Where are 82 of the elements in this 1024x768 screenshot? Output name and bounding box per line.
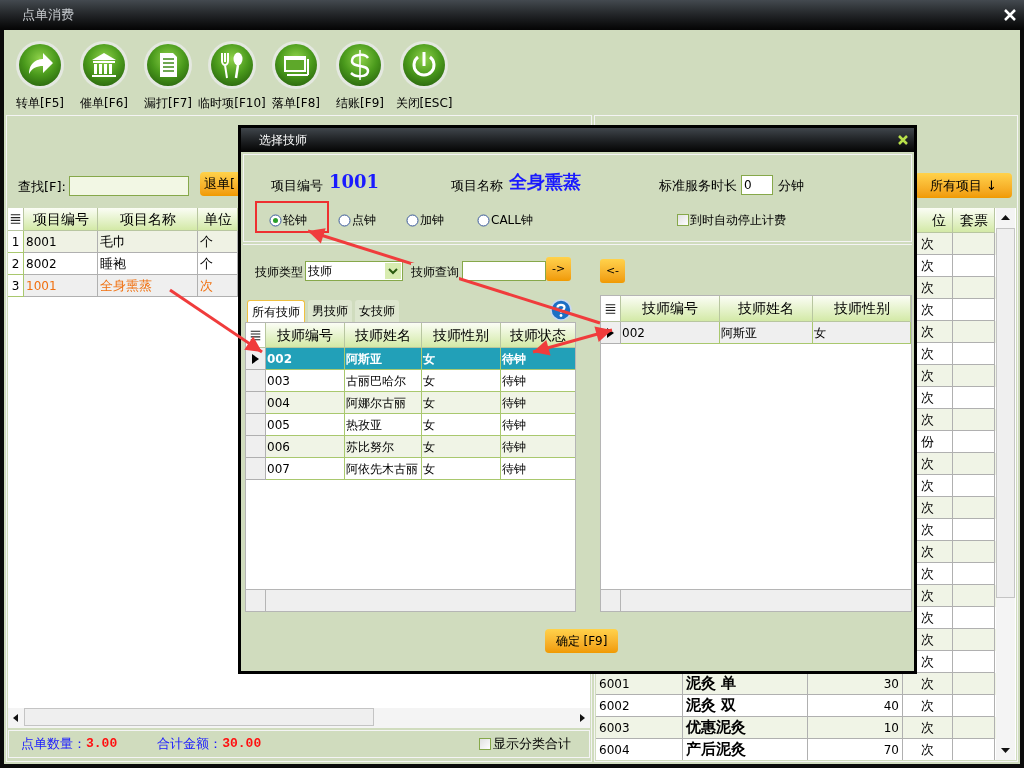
column-header[interactable]: 技师性别 — [422, 323, 501, 348]
table-cell: 阿斯亚 — [720, 322, 813, 344]
unit-label: 分钟 — [778, 176, 804, 195]
tab[interactable]: 女技师 — [355, 300, 399, 322]
table-cell: 007 — [266, 458, 345, 480]
fork-spoon-icon — [207, 40, 257, 90]
row-pointer-icon — [252, 353, 259, 364]
total-label: 合计金额： — [157, 735, 223, 754]
radio-button[interactable] — [269, 213, 282, 227]
column-header[interactable]: 单位 — [198, 208, 238, 231]
toolbar-button[interactable]: 转单[F5] — [8, 40, 72, 112]
search-label: 查找[F]: — [18, 177, 66, 196]
radio-label: 加钟 — [420, 212, 444, 229]
toolbar-button[interactable]: 关闭[ESC] — [392, 40, 456, 112]
column-header[interactable]: 技师编号 — [266, 323, 345, 348]
table-cell: 002 — [621, 322, 720, 344]
item-name-value: 全身熏蒸 — [509, 170, 582, 194]
checkbox-label: 显示分类合计 — [493, 735, 571, 754]
column-header[interactable]: 技师状态 — [501, 323, 575, 348]
row-number: 1 — [8, 231, 24, 253]
radio-label: 点钟 — [352, 212, 376, 229]
count-label: 点单数量： — [21, 735, 86, 754]
dollar-icon — [335, 40, 385, 90]
all-items-button[interactable]: 所有项目 ↓ — [915, 173, 1012, 198]
confirm-button[interactable]: 确定 [F9] — [545, 629, 618, 653]
window-icon — [271, 40, 321, 90]
radio-button[interactable] — [477, 213, 490, 227]
column-header[interactable]: 技师性别 — [813, 296, 911, 322]
item-code-value: 1001 — [329, 170, 381, 194]
column-header[interactable]: 技师姓名 — [720, 296, 813, 322]
table-cell: 6004 — [596, 739, 683, 760]
field-label: 项目名称 — [451, 176, 503, 195]
field-label: 项目编号 — [271, 176, 323, 195]
table-cell: 产后泥灸 — [683, 739, 808, 760]
type-dropdown[interactable]: 技师 — [305, 261, 403, 281]
checkbox[interactable] — [677, 214, 689, 226]
column-header[interactable]: 技师姓名 — [345, 323, 422, 348]
add-button[interactable]: -> — [546, 257, 571, 281]
checkbox-label: 到时自动停止计费 — [690, 212, 786, 229]
table-cell: 女 — [422, 458, 501, 480]
table-cell: 女 — [813, 322, 911, 344]
table-cell: 全身熏蒸 — [98, 275, 198, 297]
checkbox[interactable] — [479, 738, 491, 750]
table-cell: 70 — [808, 739, 903, 760]
column-header[interactable]: 套票 — [953, 208, 995, 233]
query-field[interactable] — [462, 261, 546, 281]
field-label: 技师类型 — [255, 264, 303, 281]
help-icon[interactable] — [550, 299, 572, 321]
scrollbar-thumb[interactable] — [996, 228, 1015, 598]
column-header[interactable]: 项目编号 — [24, 208, 98, 231]
duration-field[interactable]: 0 — [741, 175, 773, 195]
field-label: 标准服务时长 — [659, 176, 737, 195]
tab[interactable]: 男技师 — [308, 300, 352, 322]
field-label: 技师查询 — [411, 263, 459, 281]
building-icon — [79, 40, 129, 90]
row-number: 2 — [8, 253, 24, 275]
table-cell: 待钟 — [501, 458, 575, 480]
radio-button[interactable] — [406, 213, 419, 227]
document-icon — [143, 40, 193, 90]
power-icon — [399, 40, 449, 90]
toolbar-button[interactable]: 结账[F9] — [328, 40, 392, 112]
table-cell: 阿依先木古丽 — [345, 458, 422, 480]
radio-button[interactable] — [338, 213, 351, 227]
scrollbar-thumb[interactable] — [24, 708, 374, 726]
table-cell: 1001 — [24, 275, 98, 297]
row-number: 3 — [8, 275, 24, 297]
column-header[interactable]: 技师编号 — [621, 296, 720, 322]
table-cell: 次 — [903, 739, 953, 760]
toolbar-button[interactable]: 落单[F8] — [264, 40, 328, 112]
total-value: 30.00 — [222, 735, 262, 754]
close-icon[interactable] — [898, 135, 908, 145]
radio-label: CALL钟 — [491, 212, 533, 229]
radio-label: 轮钟 — [283, 212, 307, 229]
remove-button[interactable]: <- — [600, 259, 625, 283]
search-field[interactable] — [69, 176, 189, 196]
window-title: 点单消费 — [22, 6, 74, 25]
toolbar-button[interactable]: 临时项[F10] — [200, 40, 264, 112]
dialog-title: 选择技师 — [259, 132, 307, 149]
count-value: 3.00 — [86, 735, 118, 754]
tab[interactable]: 所有技师 — [247, 300, 305, 322]
toolbar-button[interactable]: 催单[F6] — [72, 40, 136, 112]
column-header[interactable]: 项目名称 — [98, 208, 198, 231]
